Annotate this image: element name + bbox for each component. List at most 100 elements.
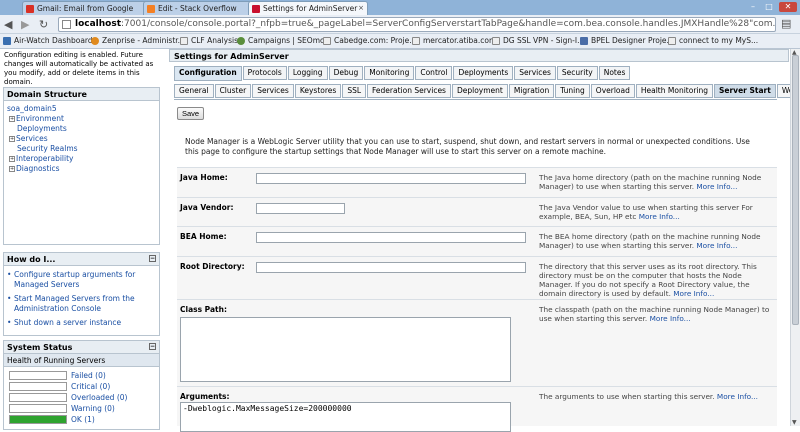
- subtab-migration[interactable]: Migration: [508, 84, 555, 98]
- gmail-icon: [26, 5, 34, 13]
- how-to-link[interactable]: Start Managed Servers from the Administr…: [7, 294, 156, 313]
- browser-tab-strip: Gmail: Email from Google × Edit - Stack …: [0, 0, 800, 16]
- maximize-icon[interactable]: □: [762, 2, 776, 12]
- tab-monitoring[interactable]: Monitoring: [364, 66, 415, 80]
- tree-item-diagnostics[interactable]: + Diagnostics: [7, 164, 156, 174]
- expand-icon[interactable]: +: [9, 116, 15, 122]
- tree-item-security-realms[interactable]: Security Realms: [7, 144, 156, 154]
- bookmark-item[interactable]: DG SSL VPN - Sign-I...: [492, 36, 584, 45]
- expand-icon[interactable]: +: [9, 136, 15, 142]
- subtab-ssl[interactable]: SSL: [342, 84, 367, 98]
- forward-icon[interactable]: ▶: [21, 18, 29, 31]
- bookmark-icon: [580, 37, 588, 45]
- browser-tab-stackoverflow[interactable]: Edit - Stack Overflow ×: [143, 1, 261, 15]
- vertical-scrollbar[interactable]: ▲ ▼: [790, 49, 800, 426]
- more-info-link[interactable]: More Info...: [673, 289, 714, 298]
- tree-item-interoperability[interactable]: + Interoperability: [7, 154, 156, 164]
- class-path-textarea[interactable]: [180, 317, 511, 382]
- subtab-general[interactable]: General: [174, 84, 214, 98]
- url-host: localhost: [75, 19, 122, 29]
- health-row-warning[interactable]: Warning (0): [9, 403, 154, 414]
- page-menu-icon[interactable]: ▤: [781, 17, 791, 30]
- window-close-icon[interactable]: ✕: [779, 2, 797, 12]
- bookmark-item[interactable]: connect to my MyS...: [668, 36, 758, 45]
- subtab-federation-services[interactable]: Federation Services: [367, 84, 451, 98]
- health-bar: [9, 415, 67, 424]
- how-do-i-list: Configure startup arguments for Managed …: [4, 266, 159, 328]
- tab-debug[interactable]: Debug: [328, 66, 364, 80]
- tab-label: Settings for AdminServer: [263, 4, 358, 13]
- class-path-label: Class Path:: [180, 305, 227, 314]
- browser-tab-gmail[interactable]: Gmail: Email from Google ×: [22, 1, 156, 15]
- more-info-link[interactable]: More Info...: [650, 314, 691, 323]
- more-info-link[interactable]: More Info...: [717, 392, 758, 401]
- expand-icon[interactable]: +: [9, 166, 15, 172]
- more-info-link[interactable]: More Info...: [696, 182, 737, 191]
- bookmark-icon: [412, 37, 420, 45]
- arguments-label: Arguments:: [180, 392, 230, 401]
- subtab-health-monitoring[interactable]: Health Monitoring: [635, 84, 713, 98]
- panel-title: How do I... −: [4, 253, 159, 266]
- subtab-overload[interactable]: Overload: [590, 84, 635, 98]
- arguments-help: The arguments to use when starting this …: [539, 392, 758, 401]
- tab-logging[interactable]: Logging: [287, 66, 328, 80]
- tree-item-environment[interactable]: + Environment: [7, 114, 156, 124]
- subtab-tuning[interactable]: Tuning: [555, 84, 590, 98]
- health-row-ok[interactable]: OK (1): [9, 414, 154, 425]
- save-button[interactable]: Save: [177, 107, 205, 120]
- subtab-services[interactable]: Services: [252, 84, 294, 98]
- more-info-link[interactable]: More Info...: [696, 241, 737, 250]
- root-directory-input[interactable]: [256, 262, 526, 273]
- url-input[interactable]: localhost:7001/console/console.portal?_n…: [58, 17, 776, 32]
- bookmark-item[interactable]: Air-Watch Dashboard: [3, 36, 93, 45]
- browser-tab-settings[interactable]: Settings for AdminServer ×: [248, 1, 368, 16]
- back-icon[interactable]: ◀: [4, 18, 12, 31]
- bookmark-item[interactable]: Cabedge.com: Proje...: [323, 36, 416, 45]
- expand-icon[interactable]: +: [9, 156, 15, 162]
- tab-services[interactable]: Services: [514, 66, 556, 80]
- java-home-input[interactable]: [256, 173, 526, 184]
- tab-security[interactable]: Security: [556, 66, 598, 80]
- health-row-overloaded[interactable]: Overloaded (0): [9, 392, 154, 403]
- tab-protocols[interactable]: Protocols: [242, 66, 287, 80]
- health-row-critical[interactable]: Critical (0): [9, 381, 154, 392]
- tab-control[interactable]: Control: [415, 66, 453, 80]
- tree-item-services[interactable]: + Services: [7, 134, 156, 144]
- minimize-icon[interactable]: –: [746, 2, 760, 12]
- bookmark-item[interactable]: BPEL Designer Proje...: [580, 36, 674, 45]
- intro-text: Node Manager is a WebLogic Server utilit…: [185, 137, 750, 156]
- tree-item-deployments[interactable]: Deployments: [7, 124, 156, 134]
- arguments-textarea[interactable]: -Dweblogic.MaxMessageSize=200000000: [180, 402, 511, 432]
- minimize-panel-icon[interactable]: −: [149, 343, 156, 350]
- bea-home-label: BEA Home:: [180, 232, 227, 241]
- scroll-down-icon[interactable]: ▼: [792, 419, 797, 426]
- more-info-link[interactable]: More Info...: [639, 212, 680, 221]
- bea-home-input[interactable]: [256, 232, 526, 243]
- subtab-server-start[interactable]: Server Start: [714, 84, 776, 98]
- subtab-deployment[interactable]: Deployment: [451, 84, 508, 98]
- root-directory-help: The directory that this server uses as i…: [539, 262, 757, 298]
- tab-label: Edit - Stack Overflow: [158, 4, 237, 13]
- subtab-keystores[interactable]: Keystores: [294, 84, 342, 98]
- subtab-cluster[interactable]: Cluster: [214, 84, 252, 98]
- health-bar: [9, 404, 67, 413]
- close-icon[interactable]: ×: [358, 4, 364, 12]
- bookmark-item[interactable]: CLF Analysis: [180, 36, 238, 45]
- java-vendor-input[interactable]: [256, 203, 345, 214]
- bookmark-item[interactable]: mercator.atiba.com: [412, 36, 496, 45]
- scroll-thumb[interactable]: [792, 55, 799, 325]
- page-title: Settings for AdminServer: [169, 49, 789, 62]
- address-toolbar: ◀ ▶ ↻ localhost:7001/console/console.por…: [0, 15, 800, 34]
- minimize-panel-icon[interactable]: −: [149, 255, 156, 262]
- tree-root[interactable]: soa_domain5: [7, 104, 156, 114]
- tab-configuration[interactable]: Configuration: [174, 66, 242, 81]
- reload-icon[interactable]: ↻: [39, 18, 48, 31]
- bookmark-item[interactable]: Zenprise - Administr...: [91, 36, 185, 45]
- how-to-link[interactable]: Shut down a server instance: [7, 318, 156, 328]
- health-row-failed[interactable]: Failed (0): [9, 370, 154, 381]
- tab-notes[interactable]: Notes: [598, 66, 631, 80]
- tab-deployments[interactable]: Deployments: [453, 66, 514, 80]
- bookmark-item[interactable]: Campaigns | SEOmo...: [237, 36, 332, 45]
- how-to-link[interactable]: Configure startup arguments for Managed …: [7, 270, 156, 289]
- main-content: Settings for AdminServer Configuration Pr…: [169, 49, 800, 432]
